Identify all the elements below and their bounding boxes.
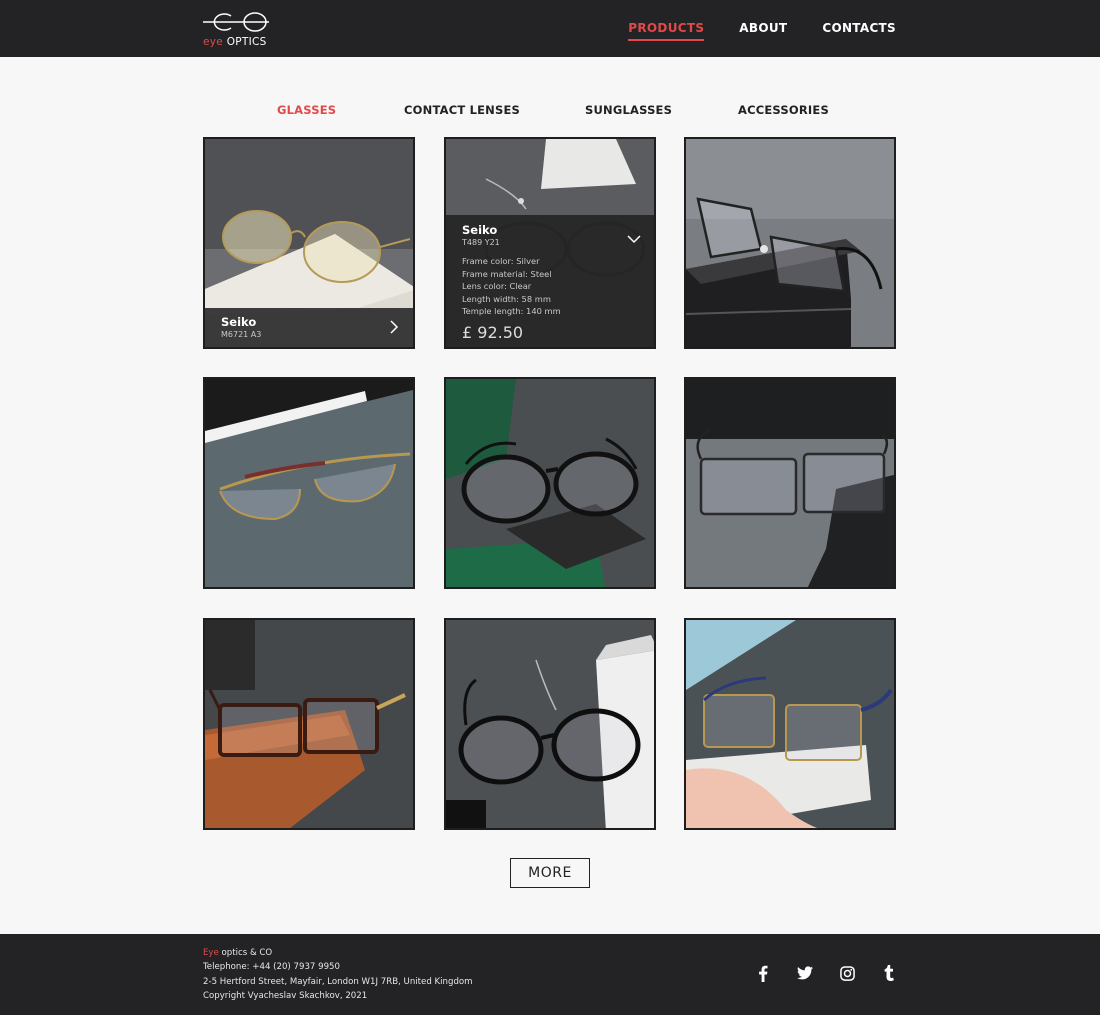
product-photo	[686, 139, 894, 347]
product-card[interactable]	[444, 618, 656, 830]
tumblr-icon[interactable]	[881, 965, 897, 981]
chevron-right-icon[interactable]	[389, 319, 399, 338]
product-card[interactable]	[203, 377, 415, 589]
spec-temple-length: Temple length: 140 mm	[462, 306, 561, 317]
product-model: T489 Y21	[462, 238, 500, 247]
spec-frame-color: Frame color: Silver	[462, 256, 540, 266]
product-grid: Seiko M6721 A3 Seiko T489 Y21 Frame colo…	[203, 137, 897, 830]
product-price: £ 92.50	[462, 323, 524, 342]
site-header: eye OPTICS PRODUCTS ABOUT CONTACTS	[0, 0, 1100, 57]
category-tabs: GLASSES CONTACT LENSES SUNGLASSES ACCESS…	[0, 103, 1100, 119]
instagram-icon[interactable]	[839, 965, 855, 981]
footer-brand-rest: optics & CO	[218, 948, 273, 958]
product-card[interactable]: Seiko T489 Y21 Frame color: Silver Frame…	[444, 137, 656, 349]
product-photo	[205, 379, 413, 587]
more-button[interactable]: MORE	[510, 858, 590, 888]
product-photo	[446, 620, 654, 828]
spec-lens-color: Lens color: Clear	[462, 281, 532, 292]
logo[interactable]: eye OPTICS	[203, 9, 273, 49]
nav-about[interactable]: ABOUT	[739, 21, 787, 41]
twitter-icon[interactable]	[797, 965, 813, 981]
tab-contact-lenses[interactable]: CONTACT LENSES	[404, 103, 520, 117]
product-brand: Seiko	[462, 223, 498, 237]
spec-length-width: Length width: 58 mm	[462, 293, 551, 304]
footer-info: Eye optics & CO Telephone: +44 (20) 7937…	[203, 946, 473, 1004]
product-photo	[205, 620, 413, 828]
glasses-logo-icon	[203, 12, 269, 32]
spec-frame-material: Frame material: Steel	[462, 268, 552, 279]
facebook-icon[interactable]	[755, 965, 771, 982]
product-specs: Frame color: Silver Frame material: Stee…	[462, 255, 561, 318]
product-photo	[686, 620, 894, 828]
product-photo	[686, 379, 894, 587]
nav-contacts[interactable]: CONTACTS	[822, 21, 896, 41]
site-footer: Eye optics & CO Telephone: +44 (20) 7937…	[0, 934, 1100, 1015]
product-card[interactable]	[203, 618, 415, 830]
product-model: M6721 A3	[221, 330, 262, 339]
product-card[interactable]	[684, 618, 896, 830]
tab-accessories[interactable]: ACCESSORIES	[738, 103, 829, 117]
main-nav: PRODUCTS ABOUT CONTACTS	[628, 21, 896, 41]
logo-eye-text: eye	[203, 36, 224, 48]
product-caption: Seiko M6721 A3	[205, 308, 413, 347]
footer-address: 2-5 Hertford Street, Mayfair, London W1J…	[203, 976, 473, 987]
footer-brand-accent: Eye	[203, 948, 219, 958]
footer-copyright: Copyright Vyacheslav Skachkov, 2021	[203, 991, 368, 1002]
footer-telephone: Telephone: +44 (20) 7937 9950	[203, 962, 340, 973]
footer-company: Eye optics & CO	[203, 946, 473, 960]
tab-sunglasses[interactable]: SUNGLASSES	[585, 103, 672, 117]
logo-optics-text: OPTICS	[226, 36, 267, 48]
product-details-panel: Seiko T489 Y21 Frame color: Silver Frame…	[446, 215, 654, 347]
tab-glasses[interactable]: GLASSES	[277, 103, 336, 117]
social-links	[755, 965, 897, 982]
chevron-down-icon[interactable]	[627, 229, 641, 248]
product-card[interactable]	[684, 377, 896, 589]
product-photo	[446, 379, 654, 587]
product-card[interactable]	[444, 377, 656, 589]
product-card[interactable]: Seiko M6721 A3	[203, 137, 415, 349]
product-brand: Seiko	[221, 315, 257, 329]
product-card[interactable]	[684, 137, 896, 349]
nav-products[interactable]: PRODUCTS	[628, 21, 705, 41]
